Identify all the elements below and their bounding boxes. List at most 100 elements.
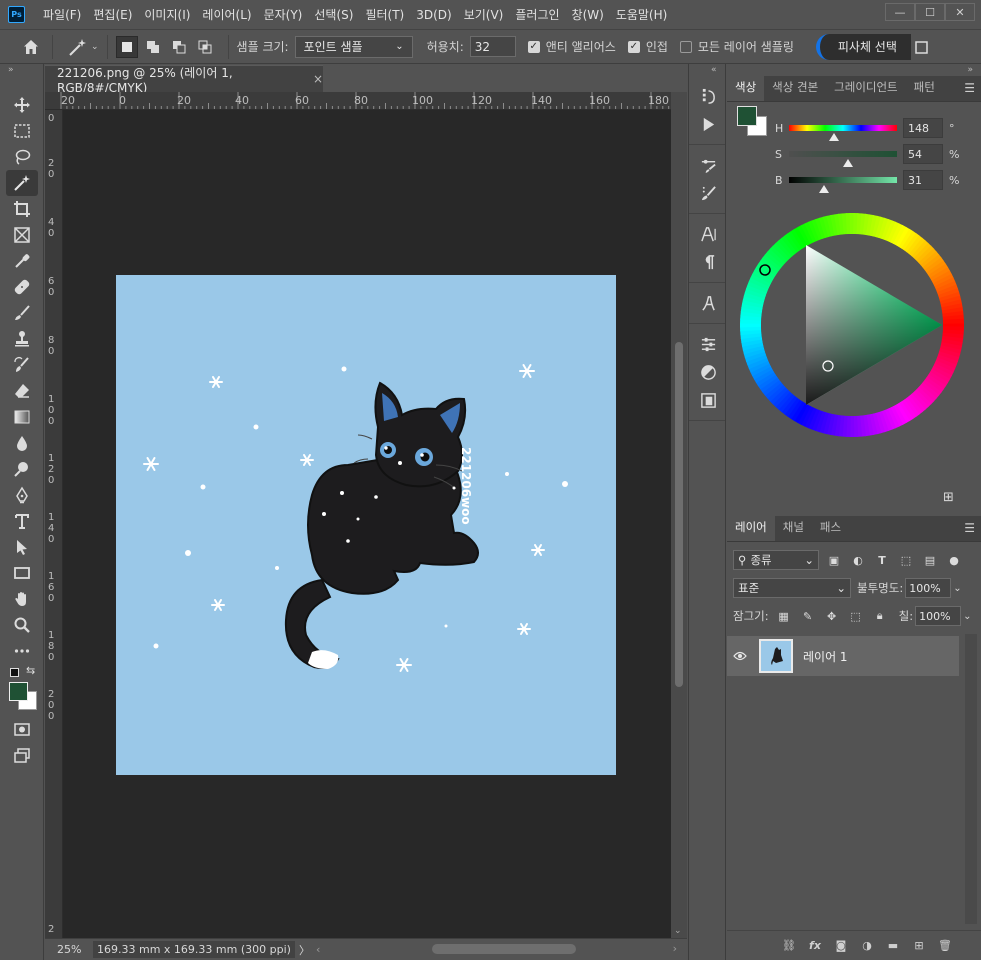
select-subject-button[interactable]: 피사체 선택 — [815, 33, 911, 60]
healing-brush-tool[interactable] — [6, 274, 38, 300]
collapse-icon[interactable]: » — [0, 64, 43, 76]
screen-mode-button[interactable] — [6, 742, 38, 768]
type-tool[interactable] — [6, 508, 38, 534]
frame-tool[interactable] — [6, 222, 38, 248]
actions-panel-button[interactable] — [689, 110, 727, 138]
antialias-checkbox[interactable]: ✓ 앤티 앨리어스 — [527, 38, 616, 55]
default-colors-icon[interactable] — [10, 668, 19, 677]
slider-thumb[interactable] — [843, 159, 853, 167]
filter-adjustment-icon[interactable]: ◐ — [849, 551, 867, 569]
color-wheel[interactable] — [739, 212, 965, 438]
scroll-down-icon[interactable]: ⌄ — [674, 926, 682, 936]
lock-image-icon[interactable]: ✎ — [799, 607, 817, 625]
layer-style-icon[interactable]: fx — [807, 938, 823, 954]
horizontal-scrollbar[interactable]: › — [320, 939, 687, 960]
document-canvas[interactable]: 221206woo — [116, 275, 616, 775]
filter-smart-object-icon[interactable]: ▤ — [921, 551, 939, 569]
layer-filter-select[interactable]: ⚲ 종류 ⌄ — [733, 550, 819, 570]
layer-name[interactable]: 레이어 1 — [803, 648, 848, 665]
minimize-button[interactable]: — — [885, 3, 915, 21]
slider-thumb[interactable] — [829, 133, 839, 141]
history-brush-tool[interactable] — [6, 352, 38, 378]
pen-tool[interactable] — [6, 482, 38, 508]
adjustments-panel-button[interactable] — [689, 358, 727, 386]
clone-stamp-tool[interactable] — [6, 326, 38, 352]
tab-gradients[interactable]: 그레이디언트 — [826, 75, 905, 101]
eraser-tool[interactable] — [6, 378, 38, 404]
foreground-color-swatch[interactable] — [737, 106, 757, 126]
rectangle-tool[interactable] — [6, 560, 38, 586]
lasso-tool[interactable] — [6, 144, 38, 170]
magic-wand-tool[interactable] — [5, 170, 38, 196]
zoom-level[interactable]: 25% — [45, 943, 93, 956]
chevron-down-icon[interactable]: ⌄ — [963, 611, 971, 622]
slider-thumb[interactable] — [819, 185, 829, 193]
move-tool[interactable] — [6, 92, 38, 118]
brightness-input[interactable]: 31 — [903, 170, 943, 190]
maximize-button[interactable]: ☐ — [915, 3, 945, 21]
character-panel-button[interactable] — [689, 220, 727, 248]
add-to-selection-button[interactable] — [142, 36, 164, 58]
subtract-from-selection-button[interactable] — [168, 36, 190, 58]
gradient-tool[interactable] — [6, 404, 38, 430]
add-to-swatches-icon[interactable]: ⊞ — [943, 490, 954, 505]
tab-paths[interactable]: 패스 — [812, 515, 849, 541]
opacity-input[interactable]: 100% — [905, 578, 952, 598]
vertical-scrollbar[interactable]: ⌄ — [671, 92, 687, 938]
path-selection-tool[interactable] — [6, 534, 38, 560]
home-button[interactable] — [18, 34, 44, 60]
eye-icon[interactable] — [727, 651, 753, 661]
crop-tool[interactable] — [6, 196, 38, 222]
scroll-right-icon[interactable]: › — [673, 942, 677, 955]
filter-pixel-icon[interactable]: ▣ — [825, 551, 843, 569]
add-mask-icon[interactable]: ◙ — [833, 938, 849, 954]
lock-transparent-icon[interactable]: ▦ — [775, 607, 793, 625]
blur-tool[interactable] — [6, 430, 38, 456]
layer-row[interactable]: 레이어 1 — [727, 636, 959, 676]
menu-edit[interactable]: 편집(E) — [87, 6, 138, 23]
menu-file[interactable]: 파일(F) — [37, 6, 87, 23]
brightness-slider[interactable] — [789, 177, 897, 193]
new-layer-icon[interactable]: ⊞ — [911, 938, 927, 954]
dodge-tool[interactable] — [6, 456, 38, 482]
new-group-icon[interactable]: ▬ — [885, 938, 901, 954]
fill-input[interactable]: 100% — [915, 606, 962, 626]
contiguous-checkbox[interactable]: ✓ 인접 — [627, 38, 668, 55]
saturation-input[interactable]: 54 — [903, 144, 943, 164]
hue-slider[interactable] — [789, 125, 897, 141]
foreground-color-swatch[interactable] — [9, 682, 28, 701]
properties-panel-button[interactable] — [689, 330, 727, 358]
intersect-selection-button[interactable] — [194, 36, 216, 58]
brush-tool[interactable] — [6, 300, 38, 326]
scroll-thumb[interactable] — [675, 342, 683, 687]
libraries-panel-button[interactable] — [689, 386, 727, 414]
adjustment-layer-icon[interactable]: ◑ — [859, 938, 875, 954]
close-window-button[interactable]: ✕ — [945, 3, 975, 21]
saturation-slider[interactable] — [789, 151, 897, 167]
document-tab[interactable]: 221206.png @ 25% (레이어 1, RGB/8#/CMYK) × — [45, 65, 323, 95]
history-panel-button[interactable] — [689, 82, 727, 110]
menu-window[interactable]: 창(W) — [566, 6, 610, 23]
tab-channels[interactable]: 채널 — [775, 515, 812, 541]
menu-3d[interactable]: 3D(D) — [410, 8, 457, 22]
hue-input[interactable]: 148 — [903, 118, 943, 138]
sample-all-layers-checkbox[interactable]: 모든 레이어 샘플링 — [679, 38, 794, 55]
blend-mode-select[interactable]: 표준 ⌄ — [733, 578, 851, 598]
lock-position-icon[interactable]: ✥ — [823, 607, 841, 625]
tool-preset-picker[interactable]: ⌄ — [67, 37, 99, 57]
menu-plugins[interactable]: 플러그인 — [509, 6, 565, 23]
edit-toolbar-button[interactable] — [6, 638, 38, 664]
hand-tool[interactable] — [6, 586, 38, 612]
brush-settings-button[interactable] — [689, 151, 727, 179]
menu-image[interactable]: 이미지(I) — [138, 6, 196, 23]
swap-colors-icon[interactable]: ⇆ — [26, 664, 35, 677]
menu-type[interactable]: 문자(Y) — [258, 6, 309, 23]
sample-size-select[interactable]: 포인트 샘플 ⌄ — [294, 35, 413, 58]
menu-view[interactable]: 보기(V) — [458, 6, 510, 23]
zoom-tool[interactable] — [6, 612, 38, 638]
quick-mask-button[interactable] — [6, 716, 38, 742]
panel-menu-icon[interactable]: ☰ — [964, 521, 975, 535]
panel-menu-icon[interactable]: ☰ — [964, 81, 975, 95]
eyedropper-tool[interactable] — [6, 248, 38, 274]
scroll-thumb[interactable] — [432, 943, 577, 954]
